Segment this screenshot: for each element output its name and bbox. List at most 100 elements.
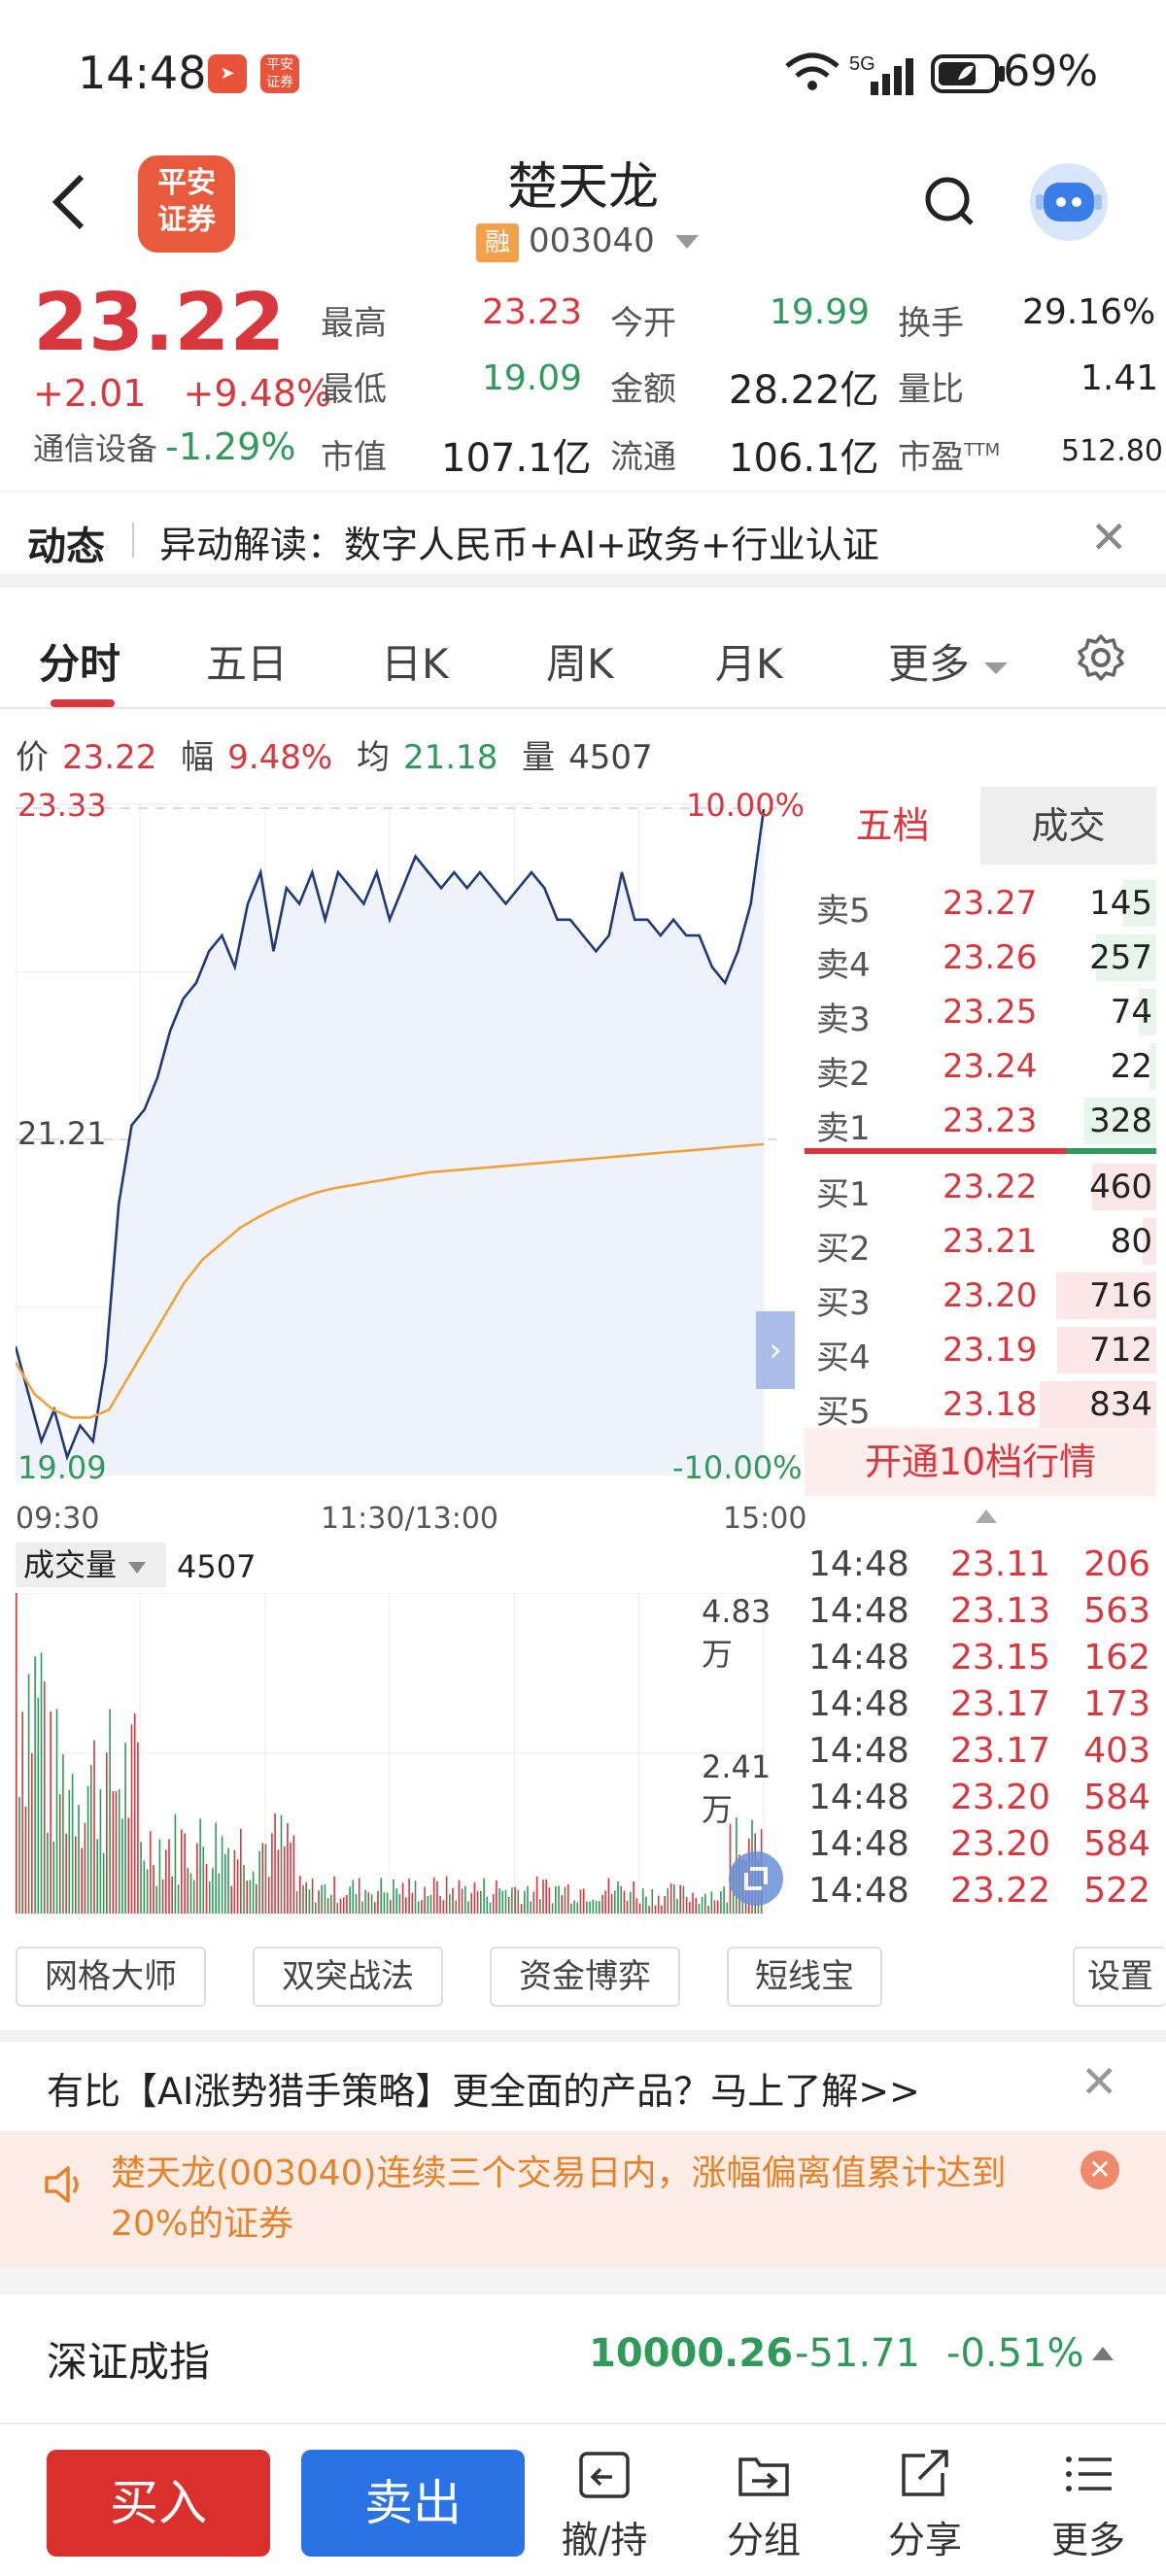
tool-settings[interactable]: 设置 bbox=[1073, 1947, 1166, 2007]
more-button[interactable]: 更多 bbox=[1030, 2448, 1147, 2563]
change-value: +2.01 bbox=[33, 372, 147, 415]
volume-bar bbox=[630, 1891, 632, 1914]
order-book-row[interactable]: 卖1 23.23 328 bbox=[805, 1094, 1156, 1148]
level-volume: 712 bbox=[1089, 1331, 1152, 1370]
volume-bar bbox=[246, 1880, 248, 1914]
tick-price: 23.22 bbox=[950, 1871, 1051, 1911]
zoom-toggle-icon[interactable] bbox=[729, 1851, 783, 1906]
volume-bar bbox=[68, 1789, 71, 1914]
promo-banner[interactable]: 有比【AI涨势猎手策略】更全面的产品？马上了解>> ✕ bbox=[0, 2030, 1166, 2131]
news-headline[interactable]: 异动解读：数字人民币+AI+政务+行业认证 bbox=[159, 515, 879, 568]
volume-bar bbox=[84, 1822, 86, 1914]
promo-text[interactable]: 有比【AI涨势猎手策略】更全面的产品？马上了解>> bbox=[47, 2061, 920, 2115]
volume-bar bbox=[564, 1886, 566, 1914]
volume-bar bbox=[698, 1903, 701, 1914]
order-book-row[interactable]: 卖3 23.25 74 bbox=[805, 985, 1156, 1039]
volume-bar bbox=[496, 1880, 497, 1914]
volume-bar bbox=[579, 1889, 582, 1914]
volume-bar bbox=[667, 1887, 669, 1914]
volume-bar bbox=[601, 1894, 603, 1914]
withdraw-label: 撤/持 bbox=[561, 2519, 648, 2561]
share-button[interactable]: 分享 bbox=[867, 2448, 983, 2563]
volume-bar bbox=[386, 1892, 389, 1914]
volume-bar bbox=[93, 1740, 95, 1914]
volume-bar bbox=[654, 1905, 657, 1914]
tab-monthly-k[interactable]: 月K bbox=[715, 631, 783, 691]
tab-trades[interactable]: 成交 bbox=[980, 787, 1156, 864]
tool-short-line[interactable]: 短线宝 bbox=[727, 1947, 882, 2007]
sector-name: 通信设备 bbox=[33, 430, 158, 467]
tool-fund-game[interactable]: 资金博弈 bbox=[490, 1947, 680, 2007]
search-icon[interactable] bbox=[923, 175, 976, 227]
volume-bar bbox=[361, 1901, 363, 1914]
volume-bar bbox=[47, 1832, 49, 1914]
close-icon[interactable]: ✕ bbox=[1080, 2151, 1119, 2189]
volume-bar bbox=[71, 1774, 74, 1914]
buy-button[interactable]: 买入 bbox=[47, 2450, 270, 2557]
caret-up-icon[interactable] bbox=[1090, 2345, 1115, 2362]
tick-time: 14:48 bbox=[808, 1778, 909, 1817]
order-book-row[interactable]: 买5 23.18 834 bbox=[805, 1377, 1156, 1432]
volume-bar bbox=[504, 1889, 507, 1914]
tab-five-levels[interactable]: 五档 bbox=[805, 787, 980, 864]
tool-grid-master[interactable]: 网格大师 bbox=[16, 1947, 206, 2007]
order-book-row[interactable]: 卖4 23.26 257 bbox=[805, 931, 1156, 985]
sector-change[interactable]: 通信设备 -1.29% bbox=[33, 424, 295, 469]
wifi-signal-icon: 5G bbox=[785, 52, 913, 95]
volume-bar bbox=[258, 1850, 260, 1914]
volume-bar bbox=[305, 1881, 307, 1914]
sell-button[interactable]: 卖出 bbox=[301, 2450, 525, 2557]
tab-weekly-k[interactable]: 周K bbox=[546, 631, 614, 691]
volume-bar bbox=[539, 1899, 541, 1914]
news-tag: 动态 bbox=[27, 525, 105, 569]
stock-header: 平安 证券 楚天龙 融 003040 bbox=[0, 146, 1166, 272]
news-banner[interactable]: 动态 异动解读：数字人民币+AI+政务+行业认证 ✕ bbox=[0, 491, 1166, 588]
stock-code-selector[interactable]: 融 003040 bbox=[476, 221, 701, 262]
close-icon[interactable]: ✕ bbox=[1080, 2055, 1118, 2108]
volume-indicator-select[interactable]: 成交量 bbox=[16, 1542, 166, 1587]
volume-bar bbox=[464, 1886, 466, 1914]
intraday-chart[interactable]: 23.33 10.00% 21.21 19.09 -10.00% › bbox=[16, 787, 805, 1496]
tick-volume: 403 bbox=[1083, 1731, 1150, 1771]
order-book-row[interactable]: 卖5 23.27 145 bbox=[805, 876, 1156, 931]
order-book-row[interactable]: 买4 23.19 712 bbox=[805, 1323, 1156, 1377]
volume-bar bbox=[498, 1888, 500, 1914]
volume-bar bbox=[586, 1901, 588, 1914]
tab-five-day[interactable]: 五日 bbox=[206, 631, 288, 691]
spread-divider-green bbox=[1067, 1148, 1156, 1154]
volume-bar bbox=[34, 1656, 36, 1914]
level-label: 卖3 bbox=[816, 1000, 871, 1039]
chevron-right-icon[interactable]: › bbox=[756, 1311, 795, 1389]
level-label: 买2 bbox=[816, 1230, 871, 1269]
volume-bar bbox=[150, 1831, 152, 1914]
gear-icon[interactable] bbox=[1077, 633, 1125, 682]
order-book-row[interactable]: 买2 23.21 80 bbox=[805, 1214, 1156, 1269]
volume-bar bbox=[401, 1882, 404, 1914]
volume-bar bbox=[146, 1869, 149, 1914]
order-book-row[interactable]: 买1 23.22 460 bbox=[805, 1160, 1156, 1214]
volume-bar bbox=[710, 1891, 713, 1914]
index-ticker[interactable]: 深证成指 10000.26 -51.71 -0.51% bbox=[0, 2267, 1166, 2423]
caret-down-icon bbox=[984, 662, 1009, 674]
withdraw-hold-button[interactable]: 撤/持 bbox=[546, 2448, 663, 2563]
volume-bar bbox=[243, 1865, 245, 1914]
last-price: 23.22 bbox=[33, 277, 286, 369]
tool-double-breakout[interactable]: 双突战法 bbox=[253, 1947, 443, 2007]
open-10-level-button[interactable]: 开通10档行情 bbox=[805, 1428, 1156, 1496]
ai-assistant-robot-icon[interactable] bbox=[1030, 163, 1108, 241]
info-vol: 4507 bbox=[568, 738, 653, 777]
tab-more[interactable]: 更多 bbox=[888, 631, 1010, 691]
speaker-icon bbox=[45, 2166, 79, 2203]
tab-intraday[interactable]: 分时 bbox=[39, 631, 120, 691]
volume-bar bbox=[192, 1880, 195, 1914]
close-icon[interactable]: ✕ bbox=[1090, 511, 1128, 563]
level-label: 卖5 bbox=[816, 892, 871, 931]
volume-bar bbox=[377, 1890, 379, 1914]
level-label: 卖4 bbox=[816, 946, 871, 985]
volume-bar bbox=[395, 1888, 397, 1914]
volume-bar bbox=[143, 1860, 146, 1914]
tab-daily-k[interactable]: 日K bbox=[381, 631, 449, 691]
group-button[interactable]: 分组 bbox=[705, 2448, 822, 2563]
order-book-row[interactable]: 卖2 23.24 22 bbox=[805, 1039, 1156, 1094]
order-book-row[interactable]: 买3 23.20 716 bbox=[805, 1269, 1156, 1323]
